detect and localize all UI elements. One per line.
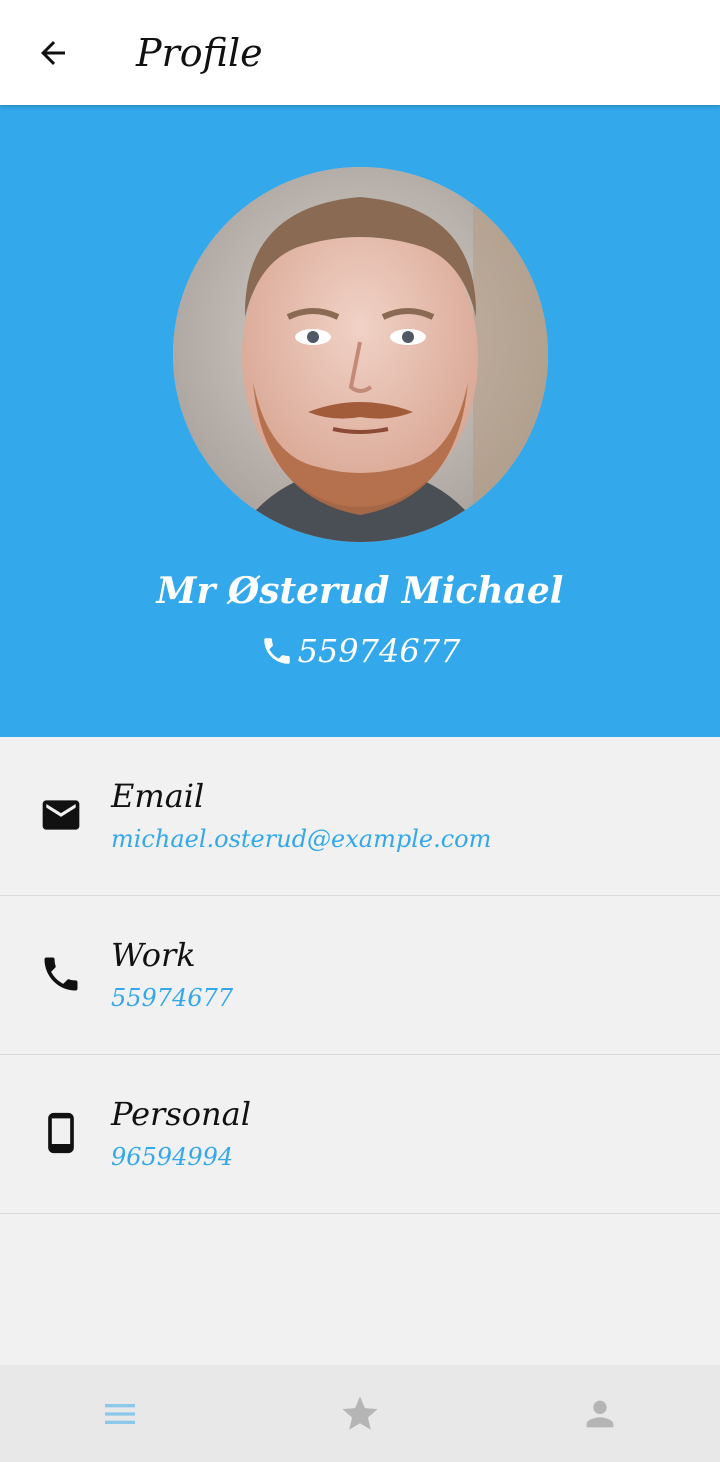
contact-label: Personal [111,1095,251,1133]
person-icon [586,1400,614,1427]
star-icon [342,1396,378,1430]
contact-item-email[interactable]: Email michael.osterud@example.com [0,737,720,896]
contact-item-personal[interactable]: Personal 96594994 [0,1055,720,1214]
menu-icon [105,1403,135,1424]
contact-label: Email [111,777,205,815]
profile-phone-number: 55974677 [297,632,461,670]
contact-list: Email michael.osterud@example.com Work 5… [0,737,720,1214]
bottom-nav [0,1365,720,1462]
contact-label: Work [111,936,196,974]
contact-value: michael.osterud@example.com [111,825,492,853]
nav-item-menu[interactable] [0,1365,240,1462]
app-bar: Profile [0,0,720,105]
profile-name: Mr Østerud Michael [156,570,564,612]
nav-item-favorites[interactable] [240,1365,480,1462]
nav-item-profile[interactable] [480,1365,720,1462]
contact-icon-wrap [38,792,84,838]
phone-icon [44,957,78,991]
arrow-left-icon [41,41,65,65]
contact-value: 96594994 [111,1143,234,1171]
contact-value: 55974677 [111,984,234,1012]
back-button[interactable] [28,28,78,78]
phone-icon [263,638,290,664]
avatar-photo [173,167,548,542]
mail-icon [42,800,80,830]
page-title: Profile [136,31,263,75]
profile-phone[interactable]: 55974677 [0,632,720,670]
contact-item-work[interactable]: Work 55974677 [0,896,720,1055]
smartphone-icon [48,1112,74,1154]
contact-icon-wrap [38,1110,84,1156]
profile-header: Mr Østerud Michael 55974677 [0,105,720,737]
avatar [173,167,548,542]
contact-icon-wrap [38,951,84,997]
